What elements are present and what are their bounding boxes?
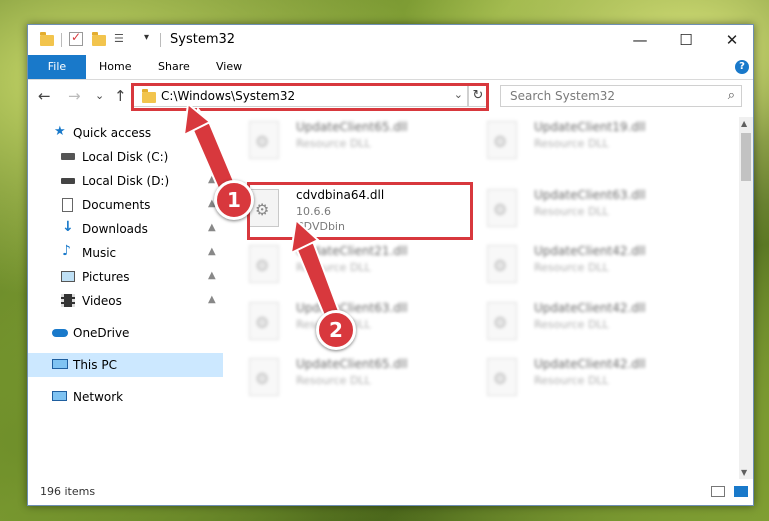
step-2-badge: 2 [316, 310, 356, 350]
annotation-arrows [182, 102, 342, 322]
step-1-badge: 1 [214, 180, 254, 220]
